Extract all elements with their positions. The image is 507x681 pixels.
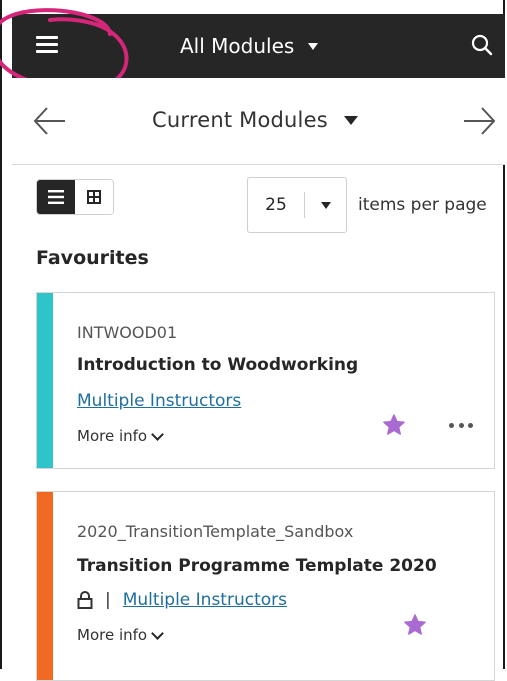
instructors-link[interactable]: Multiple Instructors xyxy=(123,590,287,610)
course-title[interactable]: Introduction to Woodworking xyxy=(77,355,358,375)
more-info-label: More info xyxy=(77,427,148,445)
separator: | xyxy=(105,590,111,610)
more-options-icon[interactable] xyxy=(449,418,473,432)
course-code: INTWOOD01 xyxy=(77,323,178,342)
course-title[interactable]: Transition Programme Template 2020 xyxy=(77,556,437,576)
course-code: 2020_TransitionTemplate_Sandbox xyxy=(77,522,354,541)
arrow-left-icon[interactable] xyxy=(32,103,68,139)
course-card: 2020_TransitionTemplate_Sandbox Transiti… xyxy=(36,491,495,681)
view-toggle xyxy=(36,179,114,215)
favourite-star-icon[interactable] xyxy=(382,413,406,437)
hamburger-menu-icon[interactable] xyxy=(36,36,58,54)
modules-filter-dropdown[interactable]: All Modules xyxy=(180,32,319,60)
items-per-page-value: 25 xyxy=(265,195,287,215)
term-label: Current Modules xyxy=(152,108,328,132)
course-color-bar xyxy=(37,492,53,680)
instructors-link[interactable]: Multiple Instructors xyxy=(77,391,241,411)
lock-icon xyxy=(77,591,93,609)
search-icon[interactable] xyxy=(471,34,493,56)
course-color-bar xyxy=(37,293,53,468)
more-info-toggle[interactable]: More info xyxy=(77,427,164,445)
term-navigation: Current Modules xyxy=(12,78,505,165)
instructors-row: | Multiple Instructors xyxy=(77,590,287,610)
caret-down-icon xyxy=(308,42,319,50)
more-info-toggle[interactable]: More info xyxy=(77,626,164,644)
page-title: All Modules xyxy=(180,34,295,58)
list-view-icon[interactable] xyxy=(37,180,75,214)
caret-down-icon xyxy=(321,201,331,209)
caret-down-icon xyxy=(343,115,358,125)
term-dropdown[interactable]: Current Modules xyxy=(152,104,358,136)
chevron-down-icon xyxy=(151,626,164,640)
arrow-right-icon[interactable] xyxy=(461,103,497,139)
grid-view-icon[interactable] xyxy=(75,180,113,214)
items-per-page-select[interactable]: 25 xyxy=(247,177,347,233)
course-card: INTWOOD01 Introduction to Woodworking Mu… xyxy=(36,292,495,469)
chevron-down-icon xyxy=(151,427,164,441)
favourite-star-icon[interactable] xyxy=(403,613,427,637)
items-per-page-label: items per page xyxy=(358,195,487,215)
instructors-row: Multiple Instructors xyxy=(77,391,241,411)
more-info-label: More info xyxy=(77,626,148,644)
divider xyxy=(304,192,305,218)
favourites-heading: Favourites xyxy=(36,247,149,269)
top-bar: All Modules xyxy=(12,14,505,78)
